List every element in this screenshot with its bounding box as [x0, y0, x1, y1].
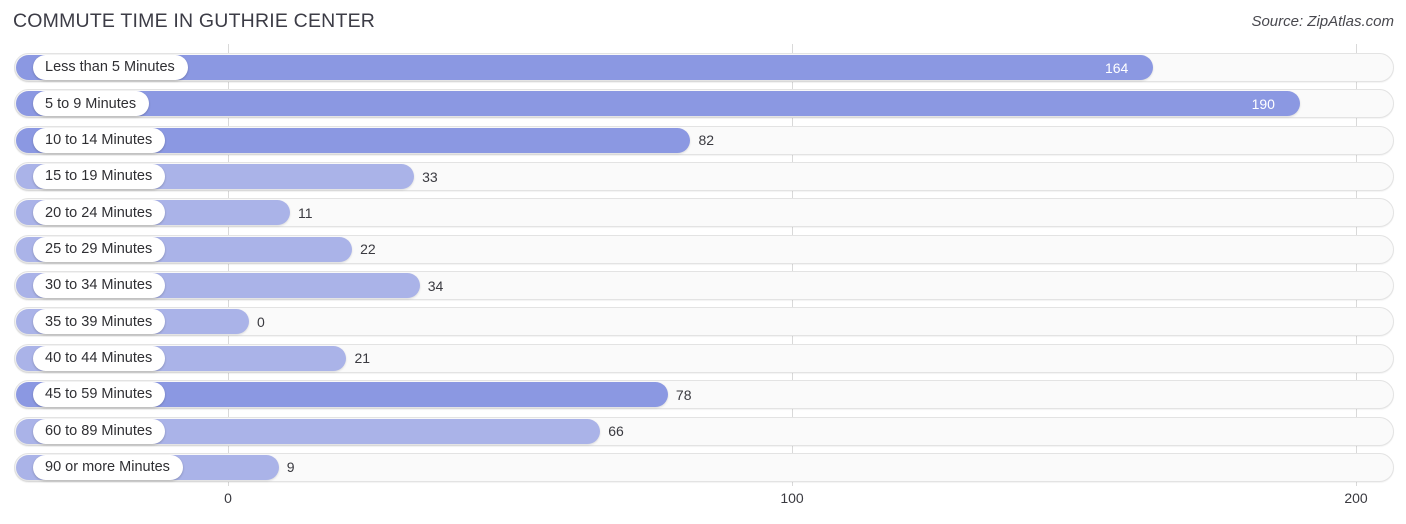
chart-title: COMMUTE TIME IN GUTHRIE CENTER — [13, 10, 376, 32]
bar-row: 20 to 24 Minutes 11 — [0, 198, 1406, 228]
category-label-pill[interactable]: 25 to 29 Minutes — [33, 236, 166, 262]
category-label: 40 to 44 Minutes — [45, 350, 153, 367]
category-label-pill[interactable]: 5 to 9 Minutes — [33, 91, 150, 117]
x-tick-label: 0 — [224, 490, 232, 506]
bar-row: Less than 5 Minutes 164 — [0, 53, 1406, 83]
category-label-pill[interactable]: 45 to 59 Minutes — [33, 382, 166, 408]
bar-row: 5 to 9 Minutes 190 — [0, 89, 1406, 119]
category-label-pill[interactable]: 60 to 89 Minutes — [33, 418, 166, 444]
bar-value-label: 21 — [354, 350, 371, 367]
category-label: Less than 5 Minutes — [45, 59, 175, 76]
category-label: 60 to 89 Minutes — [45, 422, 153, 439]
bar-value-label: 0 — [257, 313, 265, 330]
x-tick-label: 100 — [780, 490, 804, 506]
category-label-pill[interactable]: 20 to 24 Minutes — [33, 200, 166, 226]
bar-row: 10 to 14 Minutes 82 — [0, 125, 1406, 156]
category-label-pill[interactable]: Less than 5 Minutes — [33, 55, 188, 80]
category-label-pill[interactable]: 15 to 19 Minutes — [33, 164, 166, 190]
category-label: 20 to 24 Minutes — [45, 204, 153, 221]
category-label-pill[interactable]: 35 to 39 Minutes — [33, 309, 166, 335]
category-label: 35 to 39 Minutes — [45, 313, 153, 330]
bar[interactable] — [16, 91, 1300, 117]
category-label: 90 or more Minutes — [45, 459, 170, 476]
x-tick-label: 200 — [1344, 490, 1368, 506]
category-label-pill[interactable]: 10 to 14 Minutes — [33, 127, 166, 153]
bar-value-label: 33 — [422, 168, 438, 185]
bar-value-label: 11 — [298, 204, 313, 221]
category-label: 10 to 14 Minutes — [45, 131, 153, 148]
bar-value-label: 9 — [286, 459, 295, 476]
bar-value-label: 22 — [360, 241, 376, 258]
bar-row: 40 to 44 Minutes 21 — [0, 343, 1406, 374]
category-label-pill[interactable]: 90 or more Minutes — [33, 454, 183, 480]
category-label: 45 to 59 Minutes — [45, 386, 153, 403]
bar-row: 30 to 34 Minutes 34 — [0, 271, 1406, 301]
x-axis: 0 100 200 — [0, 486, 1406, 524]
bar-value-label: 34 — [427, 277, 444, 294]
bar-row: 25 to 29 Minutes 22 — [0, 234, 1406, 265]
bar-row: 15 to 19 Minutes 33 — [0, 162, 1406, 192]
bar-row: 45 to 59 Minutes 78 — [0, 380, 1406, 410]
category-label: 5 to 9 Minutes — [45, 95, 137, 112]
category-label: 30 to 34 Minutes — [45, 277, 153, 294]
bar-value-label: 82 — [698, 132, 715, 149]
category-label: 25 to 29 Minutes — [45, 241, 153, 257]
bar-row: 35 to 39 Minutes 0 — [0, 307, 1406, 337]
bar-row: 60 to 89 Minutes 66 — [0, 416, 1406, 447]
plot-area: Less than 5 Minutes 164 5 to 9 Minutes 190 1… — [0, 44, 1406, 486]
bar-value-label: 190 — [1251, 95, 1275, 112]
bar-row: 90 or more Minutes 9 — [0, 452, 1406, 483]
source-label: Source: ZipAtlas.com — [1251, 13, 1394, 30]
category-label-pill[interactable]: 40 to 44 Minutes — [33, 345, 166, 371]
bar-value-label: 164 — [1104, 59, 1129, 76]
category-label: 15 to 19 Minutes — [45, 168, 153, 185]
bar-value-label: 66 — [608, 423, 624, 439]
category-label-pill[interactable]: 30 to 34 Minutes — [33, 273, 166, 299]
bar-value-label: 78 — [675, 386, 692, 403]
